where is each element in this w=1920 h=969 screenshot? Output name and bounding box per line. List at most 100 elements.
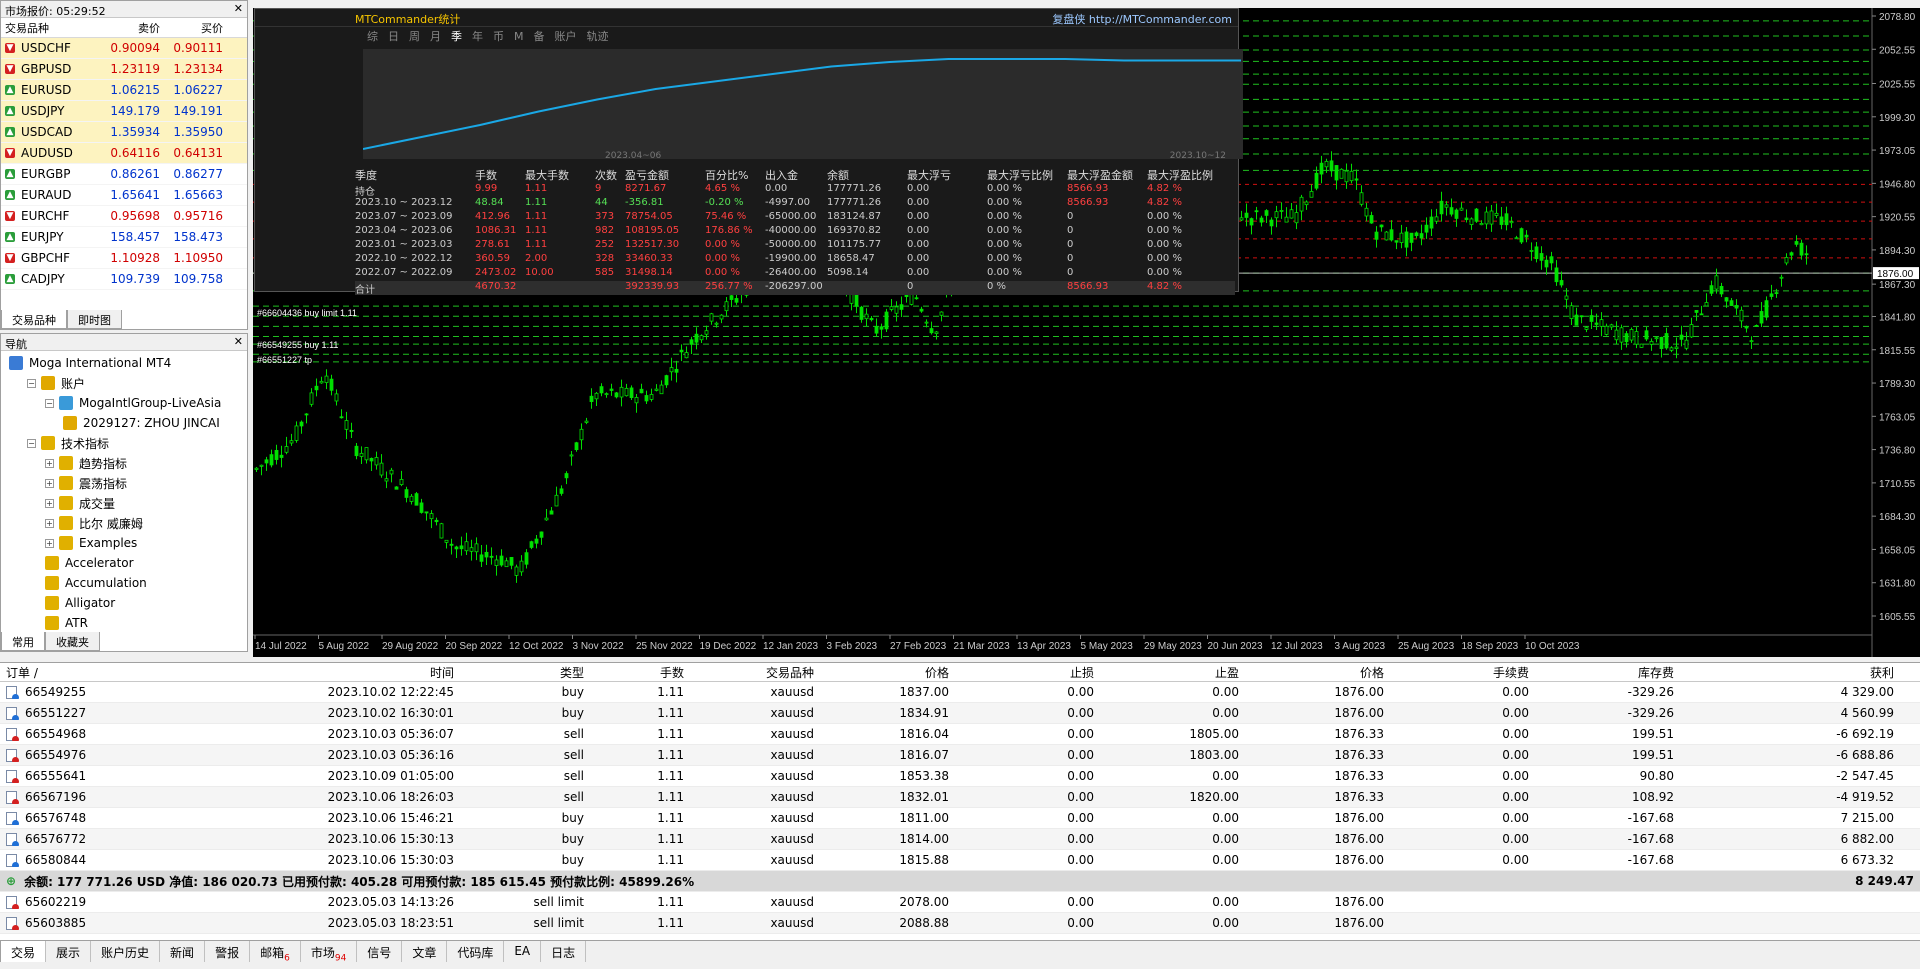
- market-row[interactable]: ▼ GBPUSD 1.23119 1.23134: [1, 59, 247, 80]
- market-header: 交易品种 卖价 买价: [1, 18, 247, 38]
- nav-item[interactable]: Accumulation: [1, 573, 247, 593]
- terminal-tab[interactable]: 邮箱6: [250, 941, 301, 963]
- order-row[interactable]: 66576748 2023.10.06 15:46:21 buy 1.11 xauusd…: [0, 808, 1920, 829]
- orders-col-header[interactable]: 价格: [1245, 664, 1390, 681]
- expand-icon[interactable]: −: [27, 378, 36, 388]
- expand-icon[interactable]: +: [45, 498, 54, 508]
- nav-item[interactable]: + 成交量: [1, 493, 247, 513]
- orders-col-header[interactable]: 手数: [590, 664, 690, 681]
- order-row[interactable]: 65602219 2023.05.03 14:13:26 sell limit 1.1…: [0, 892, 1920, 913]
- expand-icon[interactable]: −: [45, 398, 54, 408]
- market-row[interactable]: ▲ USDCAD 1.35934 1.35950: [1, 122, 247, 143]
- terminal-tab[interactable]: 新闻: [160, 941, 206, 962]
- nav-item[interactable]: − 技术指标: [1, 433, 247, 453]
- terminal-tab[interactable]: EA: [504, 941, 542, 962]
- order-row[interactable]: 66551227 2023.10.02 16:30:01 buy 1.11 xauusd…: [0, 703, 1920, 724]
- mt-tab[interactable]: 币: [493, 28, 504, 44]
- expand-icon[interactable]: −: [27, 438, 36, 448]
- nav-item[interactable]: 2029127: ZHOU JINCAI: [1, 413, 247, 433]
- mt-tab[interactable]: 轨迹: [587, 28, 609, 44]
- nav-item[interactable]: ATR: [1, 613, 247, 633]
- mt-tab[interactable]: 备: [534, 28, 545, 44]
- col-ask[interactable]: 买价: [164, 20, 227, 36]
- tab-common[interactable]: 常用: [1, 632, 45, 651]
- terminal-tab[interactable]: 代码库: [447, 941, 505, 962]
- order-row[interactable]: 66576772 2023.10.06 15:30:13 buy 1.11 xauusd…: [0, 829, 1920, 850]
- market-row[interactable]: ▲ CADJPY 109.739 109.758: [1, 269, 247, 290]
- market-row[interactable]: ▼ AUDUSD 0.64116 0.64131: [1, 143, 247, 164]
- market-row[interactable]: ▲ EURGBP 0.86261 0.86277: [1, 164, 247, 185]
- orders-col-header[interactable]: 类型: [460, 664, 590, 681]
- candle-body: [1459, 207, 1464, 211]
- order-icon: [6, 769, 19, 783]
- nav-item[interactable]: + 震荡指标: [1, 473, 247, 493]
- candle-body: [859, 306, 864, 320]
- mt-tab-active[interactable]: 季: [451, 28, 462, 44]
- terminal-tab[interactable]: 警报: [205, 941, 251, 962]
- nav-item[interactable]: + Examples: [1, 533, 247, 553]
- nav-item[interactable]: + 趋势指标: [1, 453, 247, 473]
- tab-favorites[interactable]: 收藏夹: [45, 632, 100, 651]
- market-row[interactable]: ▼ GBPCHF 1.10928 1.10950: [1, 248, 247, 269]
- orders-col-header[interactable]: 获利: [1680, 664, 1900, 681]
- orders-col-header[interactable]: 订单 /: [0, 664, 200, 681]
- terminal-tab[interactable]: 交易: [0, 941, 47, 962]
- orders-col-header[interactable]: 交易品种: [690, 664, 820, 681]
- market-row[interactable]: ▲ EURAUD 1.65641 1.65663: [1, 185, 247, 206]
- terminal-tab[interactable]: 信号: [357, 941, 403, 962]
- orders-col-header[interactable]: 止损: [955, 664, 1100, 681]
- mt-tab[interactable]: 年: [472, 28, 483, 44]
- expand-icon[interactable]: +: [45, 538, 54, 548]
- nav-item[interactable]: Accelerator: [1, 553, 247, 573]
- market-row[interactable]: ▲ EURJPY 158.457 158.473: [1, 227, 247, 248]
- market-row[interactable]: ▲ EURUSD 1.06215 1.06227: [1, 80, 247, 101]
- order-row[interactable]: 66580844 2023.10.06 15:30:03 buy 1.11 xauusd…: [0, 850, 1920, 871]
- order-row[interactable]: 66549255 2023.10.02 12:22:45 buy 1.11 xauusd…: [0, 682, 1920, 703]
- candle-body: [1389, 229, 1394, 241]
- terminal-tab[interactable]: 市场94: [301, 941, 358, 963]
- terminal-tab[interactable]: 文章: [402, 941, 448, 962]
- market-row[interactable]: ▼ EURCHF 0.95698 0.95716: [1, 206, 247, 227]
- nav-item[interactable]: + 比尔 威廉姆: [1, 513, 247, 533]
- summary-icon: ⊕: [6, 874, 17, 888]
- order-row[interactable]: 66554968 2023.10.03 05:36:07 sell 1.11 xauus…: [0, 724, 1920, 745]
- mt-tab[interactable]: M: [514, 30, 524, 43]
- market-row[interactable]: ▼ USDCHF 0.90094 0.90111: [1, 38, 247, 59]
- tab-symbols[interactable]: 交易品种: [1, 310, 67, 329]
- nav-item[interactable]: − MogaIntlGroup-LiveAsia: [1, 393, 247, 413]
- col-symbol[interactable]: 交易品种: [1, 20, 101, 36]
- mt-tab[interactable]: 综: [367, 28, 378, 44]
- terminal-tab[interactable]: 日志: [541, 941, 587, 962]
- orders-col-header[interactable]: 库存费: [1535, 664, 1680, 681]
- mt-tab[interactable]: 账户: [555, 28, 577, 44]
- orders-col-header[interactable]: 止盈: [1100, 664, 1245, 681]
- expand-icon[interactable]: +: [45, 478, 54, 488]
- orders-col-header[interactable]: 价格: [820, 664, 955, 681]
- order-row[interactable]: 66554976 2023.10.03 05:36:16 sell 1.11 xauus…: [0, 745, 1920, 766]
- mt-url[interactable]: http://MTCommander.com: [1089, 13, 1232, 26]
- nav-item[interactable]: − 账户: [1, 373, 247, 393]
- close-icon[interactable]: ✕: [234, 2, 243, 15]
- orders-col-header[interactable]: 手续费: [1390, 664, 1535, 681]
- mt-tab[interactable]: 周: [409, 28, 420, 44]
- mt-tab[interactable]: 月: [430, 28, 441, 44]
- terminal-tab[interactable]: 账户历史: [91, 941, 161, 962]
- order-row[interactable]: 65603885 2023.05.03 18:23:51 sell limit 1.1…: [0, 913, 1920, 934]
- order-row[interactable]: 66555641 2023.10.09 01:05:00 sell 1.11 xauus…: [0, 766, 1920, 787]
- order-row[interactable]: 66567196 2023.10.06 18:26:03 sell 1.11 xauus…: [0, 787, 1920, 808]
- market-symbol: ▲ EURAUD: [1, 188, 101, 202]
- orders-col-header[interactable]: 时间: [200, 664, 460, 681]
- order-cell: 0.00: [1212, 895, 1239, 909]
- nav-item[interactable]: Moga International MT4: [1, 353, 247, 373]
- mt-tab[interactable]: 日: [388, 28, 399, 44]
- terminal-tab[interactable]: 展示: [46, 941, 92, 962]
- mt-cell: -50000.00: [765, 239, 817, 250]
- market-row[interactable]: ▲ USDJPY 149.179 149.191: [1, 101, 247, 122]
- expand-icon[interactable]: +: [45, 458, 54, 468]
- expand-icon[interactable]: +: [45, 518, 54, 528]
- col-bid[interactable]: 卖价: [101, 20, 164, 36]
- account-summary-row: ⊕ 余额: 177 771.26 USD 净值: 186 020.73 已用预付款…: [0, 871, 1920, 892]
- close-icon[interactable]: ✕: [234, 335, 243, 348]
- nav-item[interactable]: Alligator: [1, 593, 247, 613]
- tab-tick-chart[interactable]: 即时图: [67, 310, 122, 329]
